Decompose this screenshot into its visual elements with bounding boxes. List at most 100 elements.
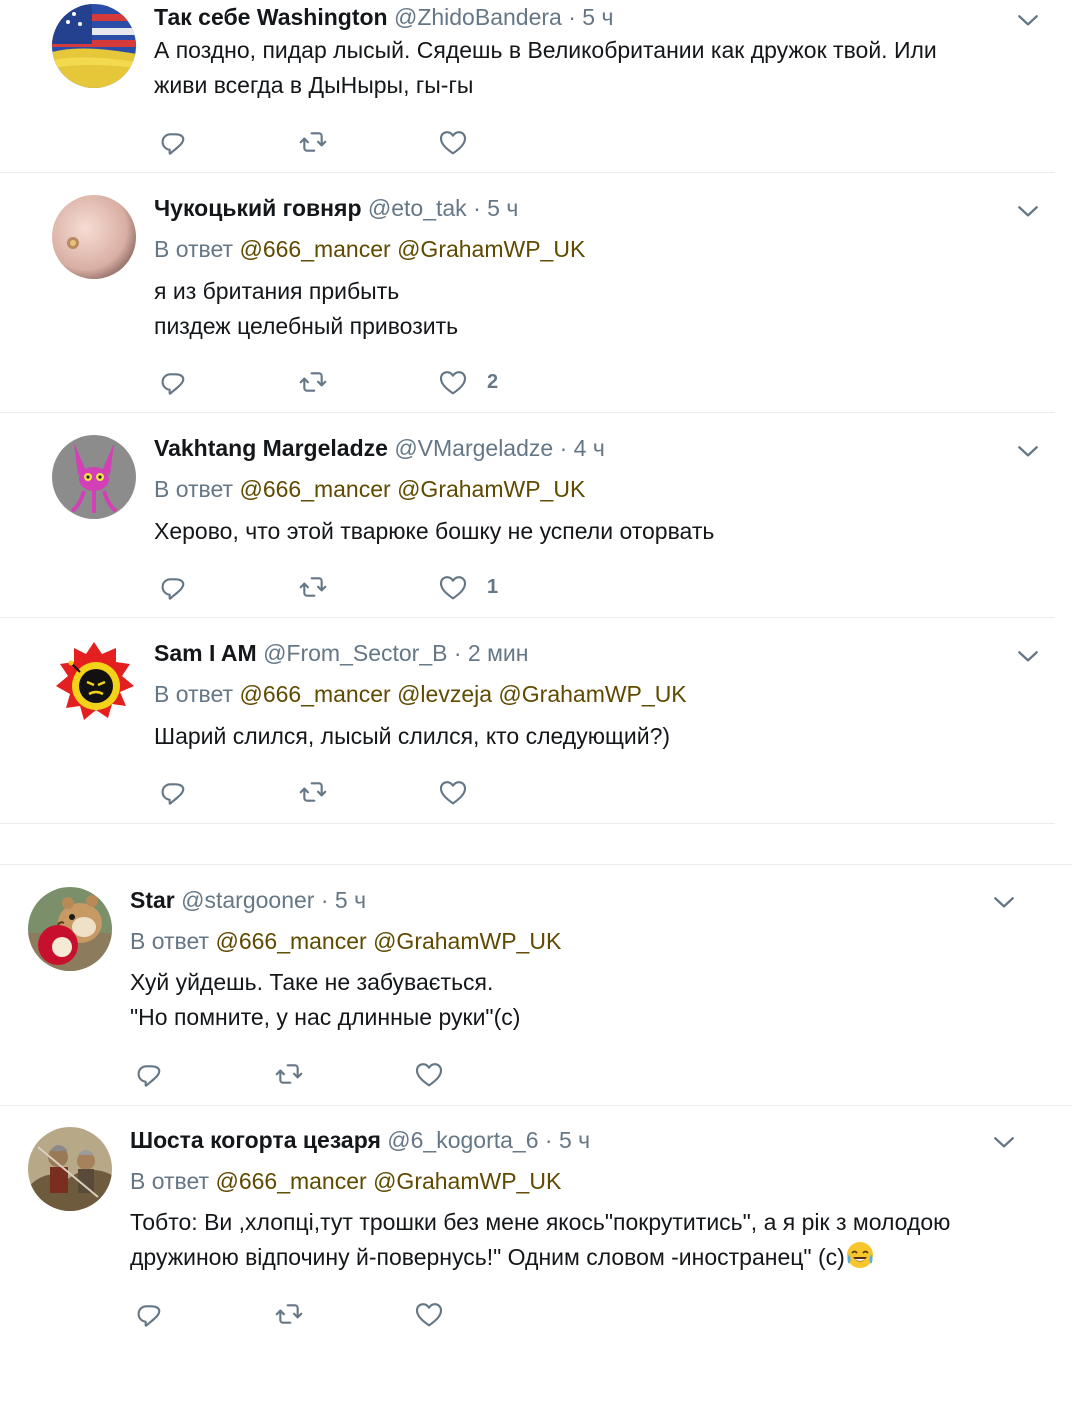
like-count: 2 xyxy=(487,370,499,393)
tweet-text-line: Тобто: Ви ,хлопці,тут трошки без мене як… xyxy=(130,1209,951,1235)
like-button[interactable]: 1 xyxy=(437,570,498,604)
timestamp[interactable]: 5 ч xyxy=(559,1127,590,1153)
user-handle[interactable]: @6_kogorta_6 xyxy=(387,1127,538,1153)
mention-link[interactable]: @GrahamWP_UK xyxy=(498,681,686,707)
retweet-button[interactable] xyxy=(297,125,329,159)
reply-prefix: В ответ xyxy=(154,476,234,502)
tweet-header: Vakhtang Margeladze @VMargeladze · 4 ч xyxy=(154,433,605,463)
retweet-button[interactable] xyxy=(273,1057,305,1091)
avatar[interactable] xyxy=(52,435,136,519)
chevron-down-icon[interactable] xyxy=(989,887,1019,917)
tweet-text: я из британия прибыть пиздеж целебный пр… xyxy=(154,274,458,344)
tweet-text-line: Хуй уйдешь. Таке не забувається. xyxy=(130,969,494,995)
timestamp[interactable]: 5 ч xyxy=(487,195,518,221)
tweet-text-line: "Но помните, у нас длинные руки"(с) xyxy=(130,1004,521,1030)
reply-prefix: В ответ xyxy=(130,928,210,954)
timestamp[interactable]: 4 ч xyxy=(574,435,605,461)
like-count: 1 xyxy=(487,575,499,598)
mention-link[interactable]: @666_mancer xyxy=(239,236,390,262)
mention-link[interactable]: @666_mancer xyxy=(239,476,390,502)
reply-context: В ответ @666_mancer @levzeja @GrahamWP_U… xyxy=(154,679,687,709)
tweet-item[interactable]: Vakhtang Margeladze @VMargeladze · 4 ч В… xyxy=(0,413,1055,617)
display-name[interactable]: Vakhtang Margeladze xyxy=(154,435,388,461)
separator-dot: · xyxy=(453,640,462,666)
user-handle[interactable]: @ZhidoBandera xyxy=(394,4,562,30)
user-handle[interactable]: @VMargeladze xyxy=(394,435,553,461)
reply-icon xyxy=(157,126,189,158)
user-handle[interactable]: @From_Sector_B xyxy=(263,640,447,666)
display-name[interactable]: Чукоцький говняр xyxy=(154,195,362,221)
tweet-text: Тобто: Ви ,хлопці,тут трошки без мене як… xyxy=(130,1205,950,1275)
chevron-down-icon[interactable] xyxy=(1013,5,1043,35)
reply-button[interactable] xyxy=(133,1297,165,1331)
chevron-down-icon[interactable] xyxy=(1013,641,1043,671)
reply-button[interactable] xyxy=(157,365,189,399)
avatar[interactable] xyxy=(52,4,136,88)
display-name[interactable]: Шоста когорта цезаря xyxy=(130,1127,381,1153)
like-button[interactable]: 2 xyxy=(437,365,498,399)
reply-button[interactable] xyxy=(157,570,189,604)
like-button[interactable] xyxy=(413,1297,463,1331)
heart-icon xyxy=(413,1298,445,1330)
retweet-button[interactable] xyxy=(297,365,329,399)
heart-icon xyxy=(437,776,469,808)
like-button[interactable] xyxy=(413,1057,463,1091)
retweet-button[interactable] xyxy=(273,1297,305,1331)
separator-dot: · xyxy=(559,435,568,461)
reply-button[interactable] xyxy=(133,1057,165,1091)
tweet-text-line: Херово, что этой тварюке бошку не успели… xyxy=(154,518,715,544)
avatar[interactable] xyxy=(52,195,136,279)
chevron-down-icon[interactable] xyxy=(989,1127,1019,1157)
timestamp[interactable]: 5 ч xyxy=(335,887,366,913)
mention-link[interactable]: @GrahamWP_UK xyxy=(373,928,561,954)
retweet-button[interactable] xyxy=(297,775,329,809)
reply-button[interactable] xyxy=(157,125,189,159)
display-name[interactable]: Sam I AM xyxy=(154,640,257,666)
divider xyxy=(0,823,1055,824)
tweet-text: Хуй уйдешь. Таке не забувається. "Но пом… xyxy=(130,965,520,1035)
chevron-down-icon[interactable] xyxy=(1013,196,1043,226)
tweet-item[interactable]: Star @stargooner · 5 ч В ответ @666_manc… xyxy=(0,865,1072,1105)
heart-icon xyxy=(437,126,469,158)
retweet-button[interactable] xyxy=(297,570,329,604)
tweet-item[interactable]: Так себе Washington @ZhidoBandera · 5 ч … xyxy=(0,0,1055,172)
mention-link[interactable]: @levzeja xyxy=(397,681,492,707)
mention-link[interactable]: @666_mancer xyxy=(215,1168,366,1194)
tweet-item[interactable]: Sam I AM @From_Sector_B · 2 мин В ответ … xyxy=(0,618,1055,823)
tweet-actions xyxy=(133,1057,533,1091)
mention-link[interactable]: @GrahamWP_UK xyxy=(397,236,585,262)
separator-dot: · xyxy=(320,887,329,913)
display-name[interactable]: Star xyxy=(130,887,175,913)
tweet-text-line: пиздеж целебный привозить xyxy=(154,313,459,339)
reply-button[interactable] xyxy=(157,775,189,809)
user-handle[interactable]: @eto_tak xyxy=(368,195,467,221)
user-handle[interactable]: @stargooner xyxy=(181,887,314,913)
retweet-icon xyxy=(297,776,329,808)
tweet-item[interactable]: Шоста когорта цезаря @6_kogorta_6 · 5 ч … xyxy=(0,1106,1072,1396)
chevron-down-icon[interactable] xyxy=(1013,436,1043,466)
separator-dot: · xyxy=(544,1127,553,1153)
tweet-text-line: дружиною відпочину й-повернусь!" Одним с… xyxy=(130,1240,950,1275)
tweet-actions xyxy=(157,775,557,809)
reply-icon xyxy=(133,1298,165,1330)
mention-link[interactable]: @666_mancer xyxy=(215,928,366,954)
mention-link[interactable]: @GrahamWP_UK xyxy=(397,476,585,502)
tweet-text: Шарий слился, лысый слился, кто следующи… xyxy=(154,719,670,754)
timestamp[interactable]: 5 ч xyxy=(582,4,613,30)
reply-icon xyxy=(133,1058,165,1090)
mention-link[interactable]: @666_mancer xyxy=(239,681,390,707)
tweet-header: Шоста когорта цезаря @6_kogorta_6 · 5 ч xyxy=(130,1125,590,1155)
display-name[interactable]: Так себе Washington xyxy=(154,4,388,30)
tweet-text-line: живи всегда в ДыНыры, гы-гы xyxy=(154,72,474,98)
like-button[interactable] xyxy=(437,125,487,159)
avatar[interactable] xyxy=(28,1127,112,1211)
timestamp[interactable]: 2 мин xyxy=(468,640,529,666)
avatar[interactable] xyxy=(28,887,112,971)
reply-context: В ответ @666_mancer @GrahamWP_UK xyxy=(154,474,585,504)
tweet-text: Херово, что этой тварюке бошку не успели… xyxy=(154,514,714,549)
avatar[interactable] xyxy=(52,640,136,724)
tweet-item[interactable]: Чукоцький говняр @eto_tak · 5 ч В ответ … xyxy=(0,173,1055,412)
like-button[interactable] xyxy=(437,775,487,809)
reply-context: В ответ @666_mancer @GrahamWP_UK xyxy=(130,1166,561,1196)
mention-link[interactable]: @GrahamWP_UK xyxy=(373,1168,561,1194)
